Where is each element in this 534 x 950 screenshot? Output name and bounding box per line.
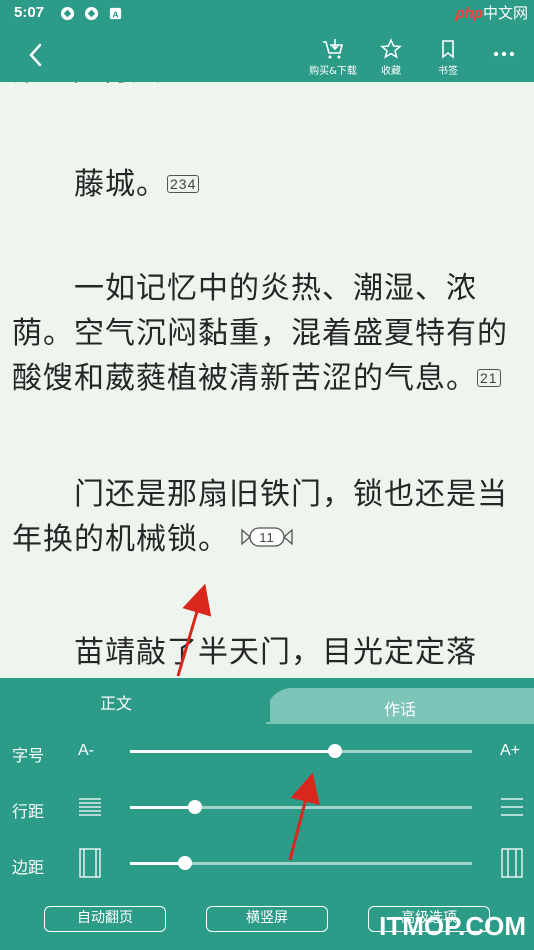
status-bar: 5:07 A php中文网 <box>0 0 534 28</box>
slider-knob[interactable] <box>177 856 192 870</box>
slider-fill <box>130 806 195 809</box>
margin-wide-icon[interactable] <box>500 848 524 878</box>
star-icon <box>380 38 402 59</box>
buy-download-button[interactable]: 购买&下载 <box>303 36 363 78</box>
notification-icon <box>60 6 75 21</box>
cart-download-icon <box>323 39 344 59</box>
notification-icon <box>84 6 99 21</box>
reading-area[interactable]: 第1章 青天 藤城。234 一如记忆中的炎热、潮湿、浓荫。空气沉闷黏重，混着盛夏… <box>0 82 534 678</box>
bookmark-button[interactable]: 书签 <box>418 36 478 78</box>
candy-icon: 11 <box>240 527 293 547</box>
php-watermark: php中文网 <box>455 5 528 22</box>
comment-count-badge[interactable]: 234 <box>167 174 200 193</box>
candy-count: 11 <box>259 530 275 545</box>
line-spacing-label: 行距 <box>12 802 45 821</box>
a-box-icon: A <box>109 7 122 19</box>
back-arrow-icon[interactable] <box>22 40 52 70</box>
slider-fill <box>130 862 185 865</box>
auto-page-turn-button[interactable]: 自动翻页 <box>44 906 166 932</box>
slider-knob[interactable] <box>187 800 202 814</box>
comment-count-badge[interactable]: 21 <box>477 368 501 387</box>
line-spacing-slider[interactable] <box>130 800 472 814</box>
font-size-label: 字号 <box>12 746 45 765</box>
font-increase-button[interactable]: A+ <box>500 742 520 760</box>
paragraph: 门还是那扇旧铁门，锁也还是当年换的机械锁。 11 <box>12 472 527 563</box>
line-spacing-tight-icon[interactable] <box>78 796 102 818</box>
margin-narrow-icon[interactable] <box>78 848 102 878</box>
status-time: 5:07 <box>14 4 45 21</box>
chapter-title: 第1章 青天 <box>12 82 161 93</box>
top-toolbar: 5:07 A php中文网 购买&下载 收藏 书签 <box>0 0 534 82</box>
font-size-slider[interactable] <box>130 744 472 758</box>
paragraph: 藤城。 234 <box>12 162 527 207</box>
candy-comment-badge[interactable]: 11 <box>240 516 294 561</box>
more-options-icon[interactable] <box>492 44 516 64</box>
paragraph: 苗靖敲了半天门，目光定定落 <box>74 635 477 670</box>
paragraph: 一如记忆中的炎热、潮湿、浓荫。空气沉闷黏重，混着盛夏特有的酸馊和葳蕤植被清新苦涩… <box>12 271 508 396</box>
margin-label: 边距 <box>12 858 45 877</box>
tab-author-notes[interactable]: 作话 <box>266 688 534 724</box>
collect-button[interactable]: 收藏 <box>361 36 421 78</box>
orientation-button[interactable]: 横竖屏 <box>206 906 328 932</box>
slider-knob[interactable] <box>328 744 343 758</box>
svg-text:A: A <box>112 9 118 19</box>
slider-fill <box>130 750 336 753</box>
margin-slider[interactable] <box>130 856 472 870</box>
tab-main-text[interactable]: 正文 <box>0 678 270 722</box>
font-decrease-button[interactable]: A- <box>78 742 94 760</box>
line-spacing-loose-icon[interactable] <box>500 796 524 818</box>
bookmark-icon <box>442 40 454 59</box>
itmop-watermark: ITMOP.COM <box>379 911 526 941</box>
reading-settings-panel: 作话 正文 字号 A- A+ 行距 边距 自动翻页 横竖屏 高级选项 ITMOP… <box>0 678 534 950</box>
